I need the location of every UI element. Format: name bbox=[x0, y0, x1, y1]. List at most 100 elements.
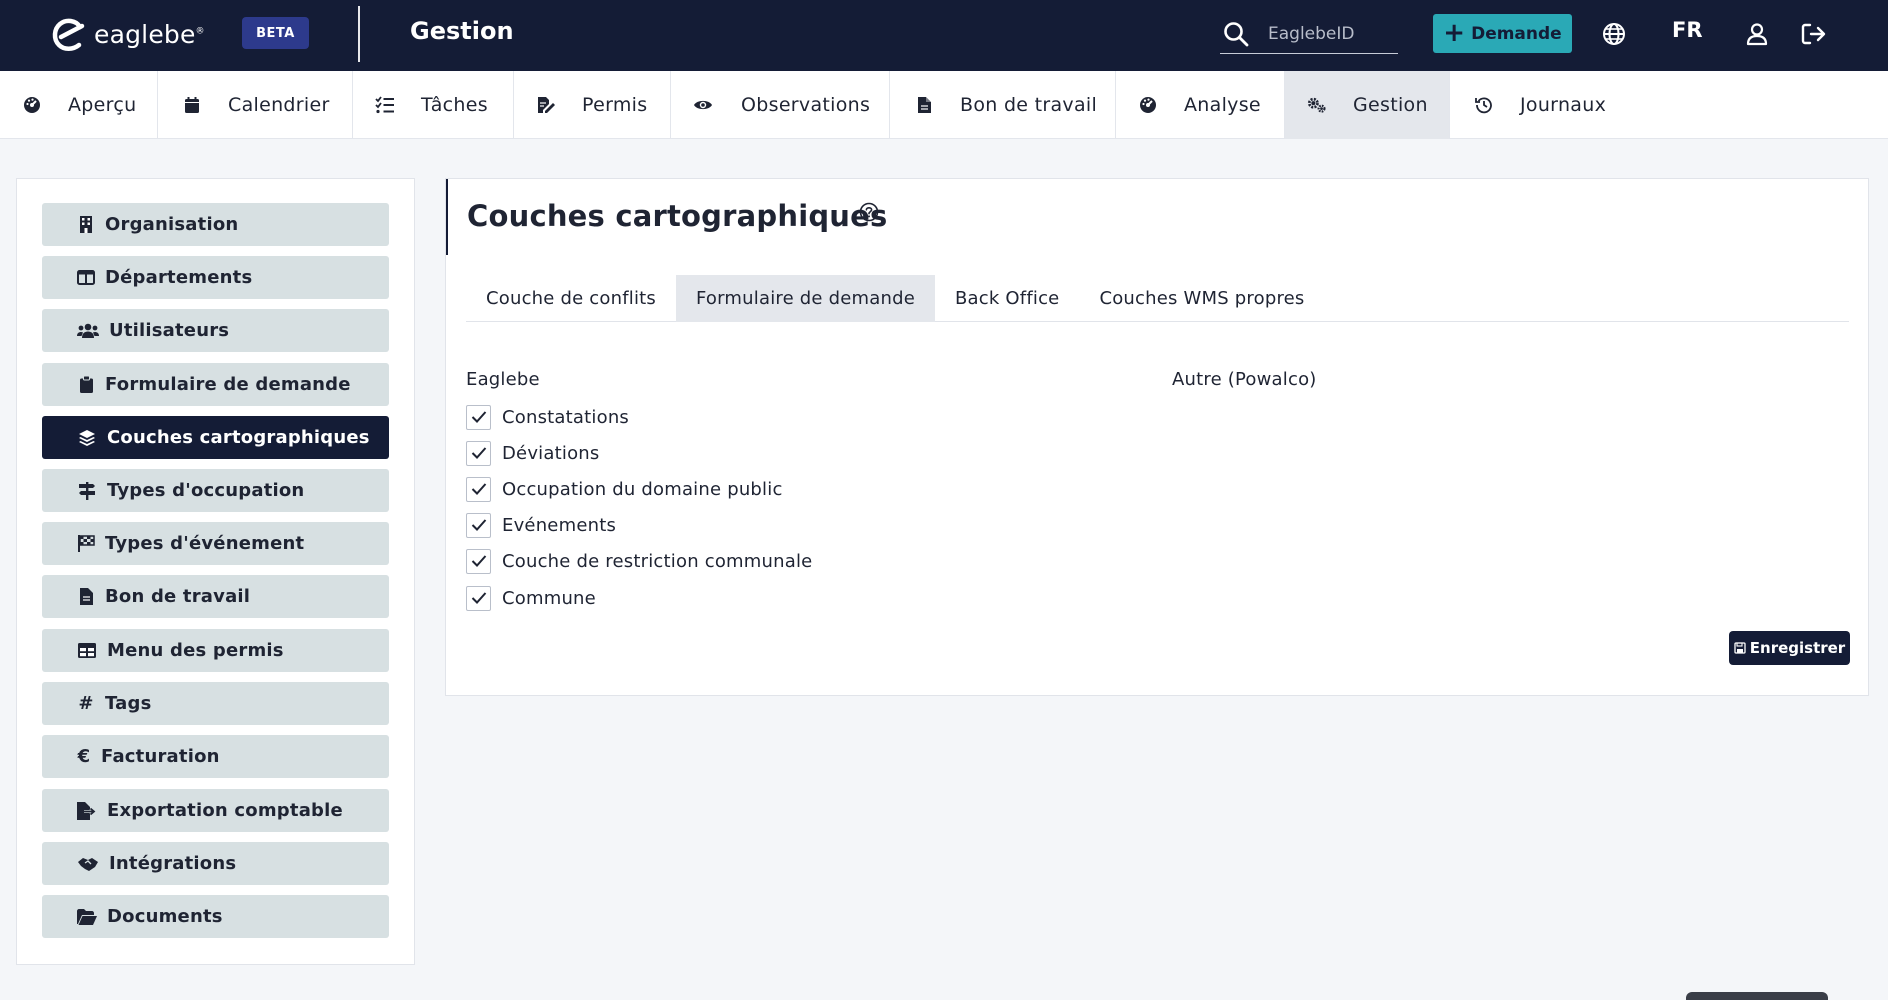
nav-item-calendrier[interactable]: Calendrier bbox=[158, 71, 353, 139]
search-box[interactable] bbox=[1220, 14, 1398, 54]
nav-item-gestion[interactable]: Gestion bbox=[1285, 71, 1450, 139]
sidebar-item-departements[interactable]: Départements bbox=[42, 256, 389, 299]
user-icon[interactable] bbox=[1743, 20, 1771, 48]
search-input[interactable] bbox=[1268, 23, 1388, 44]
nav-label: Aperçu bbox=[68, 94, 137, 116]
nav-label: Gestion bbox=[1353, 94, 1428, 116]
file-export-icon bbox=[77, 801, 97, 820]
layer-label: Couche de restriction communale bbox=[502, 550, 813, 572]
gauge-icon bbox=[1138, 95, 1158, 115]
layer-checkbox[interactable] bbox=[466, 548, 491, 574]
help-icon[interactable] bbox=[859, 202, 879, 222]
layer-checkbox[interactable] bbox=[466, 440, 491, 466]
nav-label: Bon de travail bbox=[960, 94, 1098, 116]
building-icon bbox=[77, 216, 95, 234]
sidebar-item-facturation[interactable]: € Facturation bbox=[42, 735, 389, 778]
history-icon bbox=[1474, 95, 1494, 115]
euro-icon: € bbox=[77, 746, 91, 767]
nav-item-apercu[interactable]: Aperçu bbox=[0, 71, 158, 139]
eye-icon bbox=[693, 95, 713, 115]
check-icon bbox=[471, 483, 486, 495]
nav-item-permis[interactable]: Permis bbox=[514, 71, 671, 139]
sidebar-item-tags[interactable]: # Tags bbox=[42, 682, 389, 725]
handshake-icon bbox=[77, 855, 99, 873]
tab-back-office[interactable]: Back Office bbox=[935, 275, 1079, 322]
nav-label: Analyse bbox=[1184, 94, 1261, 116]
sidebar-item-label: Types d'occupation bbox=[107, 480, 305, 501]
globe-icon[interactable] bbox=[1600, 20, 1628, 48]
layer-option: Couche de restriction communale bbox=[466, 548, 812, 574]
logout-icon[interactable] bbox=[1800, 20, 1828, 48]
sidebar-item-formulaire-de-demande[interactable]: Formulaire de demande bbox=[42, 363, 389, 406]
header-divider bbox=[358, 6, 360, 62]
nav-item-observations[interactable]: Observations bbox=[671, 71, 890, 139]
file-icon bbox=[77, 588, 95, 606]
check-icon bbox=[471, 555, 486, 567]
nav-item-journaux[interactable]: Journaux bbox=[1450, 71, 1630, 139]
layer-label: Commune bbox=[502, 587, 596, 609]
gears-icon bbox=[1307, 95, 1327, 115]
sidebar-item-documents[interactable]: Documents bbox=[42, 895, 389, 938]
sidebar-item-label: Formulaire de demande bbox=[105, 374, 351, 395]
sidebar-item-types-occupation[interactable]: Types d'occupation bbox=[42, 469, 389, 512]
admin-sidebar: Organisation Départements Utilisateurs F… bbox=[16, 178, 415, 965]
nav-item-bon-de-travail[interactable]: Bon de travail bbox=[890, 71, 1116, 139]
nav-label: Calendrier bbox=[228, 94, 330, 116]
layer-option: Evénements bbox=[466, 512, 616, 538]
check-icon bbox=[471, 592, 486, 604]
layer-checkbox[interactable] bbox=[466, 476, 491, 502]
save-icon bbox=[1734, 642, 1746, 654]
language-selector[interactable]: FR bbox=[1672, 18, 1703, 42]
columns-icon bbox=[77, 269, 95, 287]
check-icon bbox=[471, 519, 486, 531]
new-request-label: Demande bbox=[1471, 23, 1562, 44]
sidebar-item-types-evenement[interactable]: Types d'événement bbox=[42, 522, 389, 565]
permit-icon bbox=[536, 95, 556, 115]
calendar-icon bbox=[182, 95, 202, 115]
sidebar-item-organisation[interactable]: Organisation bbox=[42, 203, 389, 246]
page-title: Couches cartographiques bbox=[467, 199, 888, 233]
layer-checkbox[interactable] bbox=[466, 404, 491, 430]
eaglebe-logo-icon bbox=[52, 18, 85, 51]
title-accent-bar bbox=[446, 179, 448, 255]
brand-logo[interactable]: eaglebe® bbox=[50, 16, 205, 52]
nav-item-analyse[interactable]: Analyse bbox=[1116, 71, 1285, 139]
nav-label: Journaux bbox=[1520, 94, 1607, 116]
layer-label: Constatations bbox=[502, 406, 630, 428]
check-icon bbox=[471, 447, 486, 459]
save-label: Enregistrer bbox=[1749, 639, 1846, 657]
tab-formulaire-de-demande[interactable]: Formulaire de demande bbox=[676, 275, 935, 322]
layer-tabs: Couche de conflits Formulaire de demande… bbox=[466, 275, 1849, 322]
nav-item-taches[interactable]: Tâches bbox=[353, 71, 514, 139]
nav-label: Observations bbox=[741, 94, 871, 116]
map-layers-card: Couches cartographiques Couche de confli… bbox=[445, 178, 1869, 696]
brand-name: eaglebe® bbox=[94, 19, 205, 49]
table-icon bbox=[77, 642, 97, 660]
layer-label: Occupation du domaine public bbox=[502, 478, 783, 500]
tab-couches-wms-propres[interactable]: Couches WMS propres bbox=[1079, 275, 1324, 322]
flag-checkered-icon bbox=[77, 535, 95, 553]
sidebar-item-label: Couches cartographiques bbox=[107, 427, 370, 448]
sidebar-item-bon-de-travail[interactable]: Bon de travail bbox=[42, 575, 389, 618]
tab-couche-de-conflits[interactable]: Couche de conflits bbox=[466, 275, 676, 322]
new-request-button[interactable]: + Demande bbox=[1433, 14, 1572, 53]
sidebar-item-menu-des-permis[interactable]: Menu des permis bbox=[42, 629, 389, 672]
top-bar: eaglebe® BETA Gestion + Demande FR bbox=[0, 0, 1888, 71]
floating-widget-edge[interactable] bbox=[1686, 992, 1828, 1000]
search-icon[interactable] bbox=[1222, 20, 1250, 48]
layer-checkbox[interactable] bbox=[466, 512, 491, 538]
sidebar-item-label: Facturation bbox=[101, 746, 220, 767]
sidebar-item-label: Organisation bbox=[105, 214, 239, 235]
sidebar-item-exportation-comptable[interactable]: Exportation comptable bbox=[42, 789, 389, 832]
sidebar-item-label: Tags bbox=[105, 693, 152, 714]
dashboard-icon bbox=[22, 95, 42, 115]
layer-label: Evénements bbox=[502, 514, 617, 536]
layer-checkbox[interactable] bbox=[466, 585, 491, 611]
sidebar-item-utilisateurs[interactable]: Utilisateurs bbox=[42, 309, 389, 352]
file-icon bbox=[914, 95, 934, 115]
sidebar-item-couches-cartographiques[interactable]: Couches cartographiques bbox=[42, 416, 389, 459]
users-icon bbox=[77, 322, 99, 340]
sidebar-item-integrations[interactable]: Intégrations bbox=[42, 842, 389, 885]
layer-label: Déviations bbox=[502, 442, 600, 464]
save-button[interactable]: Enregistrer bbox=[1729, 631, 1850, 665]
